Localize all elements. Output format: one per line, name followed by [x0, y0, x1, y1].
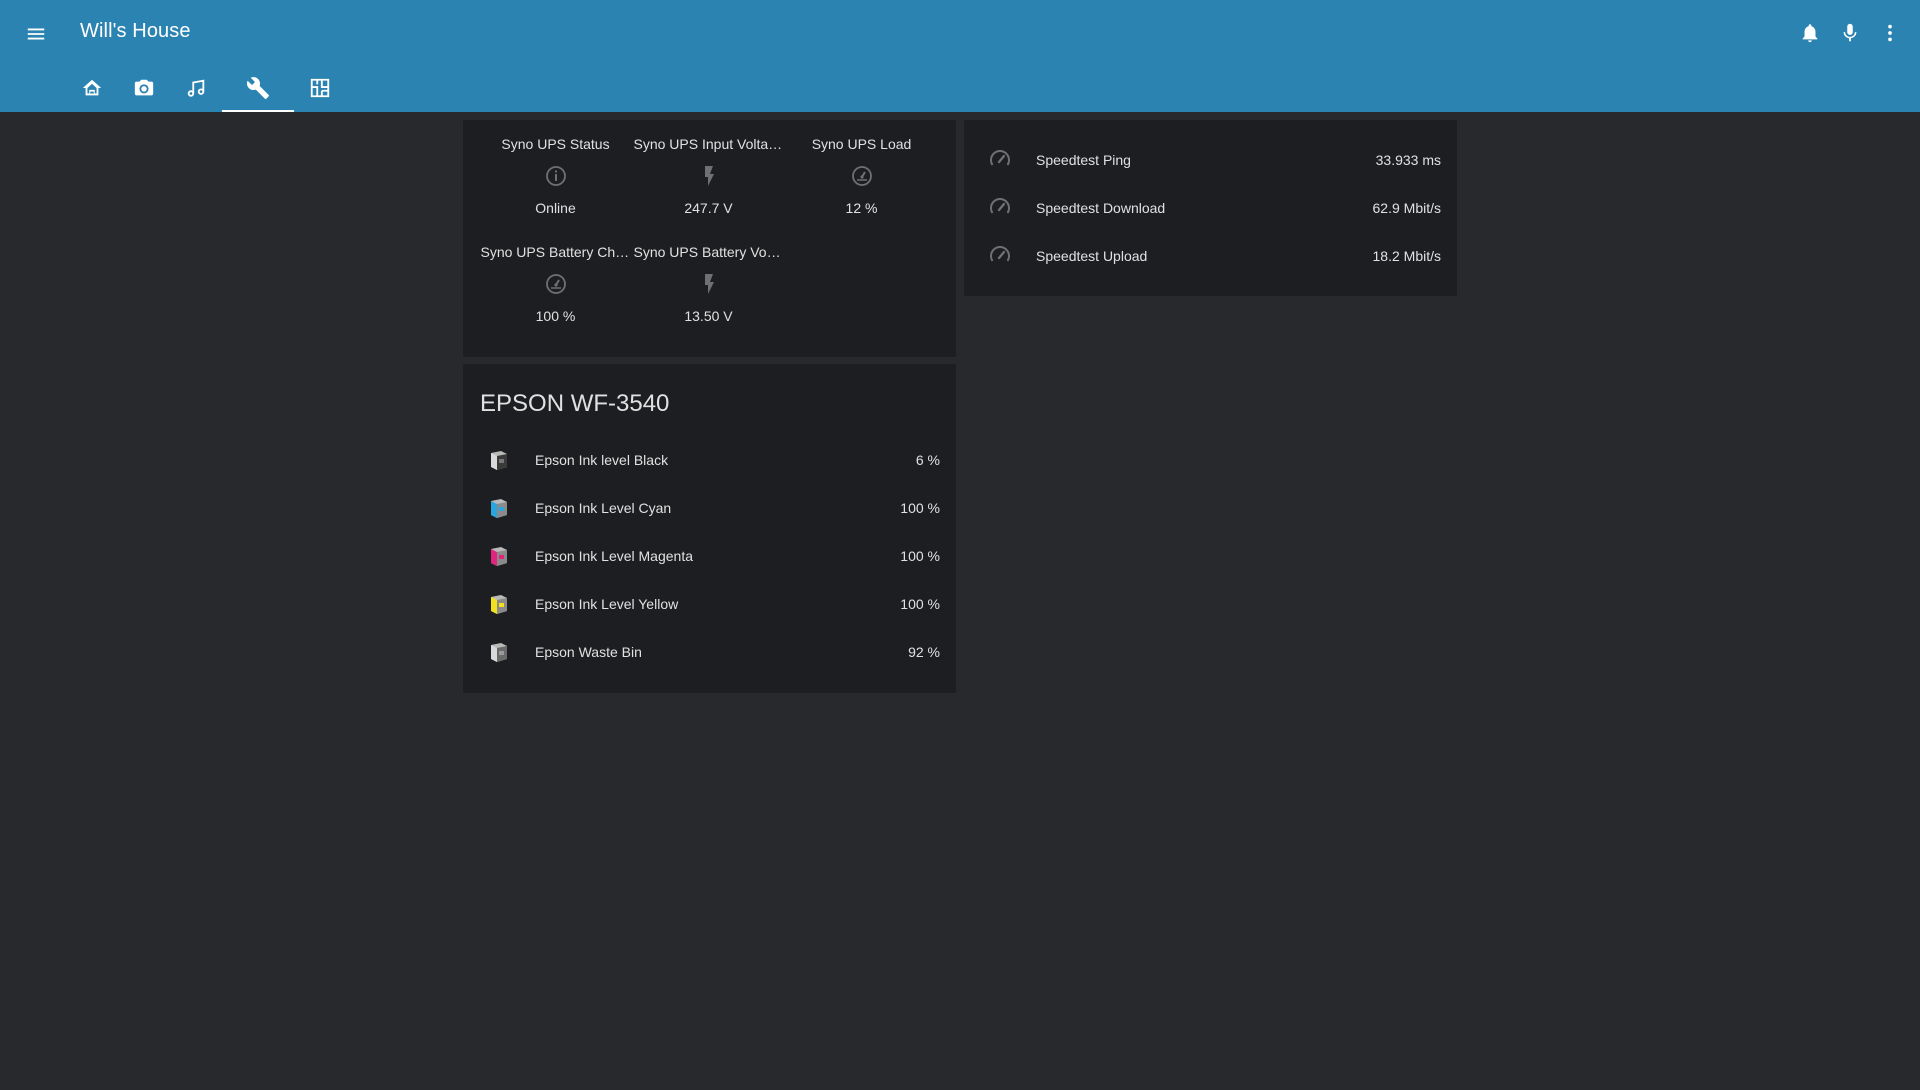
epson-card: EPSON WF-3540 Epson Ink level Black 6 % …	[463, 364, 956, 693]
gauge-icon	[545, 274, 566, 294]
glance-ups-status[interactable]: Syno UPS Status Online	[479, 132, 632, 240]
entity-row-speedtest-upload[interactable]: Speedtest Upload 18.2 Mbit/s	[980, 236, 1441, 276]
tab-tools[interactable]	[222, 64, 294, 112]
entity-value: 6 %	[915, 452, 940, 468]
entity-row-waste-bin[interactable]: Epson Waste Bin 92 %	[479, 632, 940, 672]
card-title: EPSON WF-3540	[480, 390, 670, 417]
entity-row-ink-magenta[interactable]: Epson Ink Level Magenta 100 %	[479, 536, 940, 576]
speedometer-icon	[990, 246, 1010, 262]
glance-state: 12 %	[845, 200, 878, 216]
ink-cartridge-cyan-icon	[491, 499, 507, 518]
overflow-menu-button[interactable]	[1870, 13, 1910, 53]
flash-icon	[704, 166, 714, 186]
glance-name: Syno UPS Battery Voltage	[633, 244, 784, 260]
menu-button[interactable]	[16, 14, 56, 54]
tab-music[interactable]	[170, 64, 222, 112]
entity-name: Epson Waste Bin	[535, 644, 642, 660]
entity-value: 33.933 ms	[1375, 152, 1441, 168]
entity-value: 18.2 Mbit/s	[1372, 248, 1441, 264]
glance-ups-input-voltage[interactable]: Syno UPS Input Voltage 247.7 V	[632, 132, 785, 240]
entity-value: 100 %	[900, 500, 940, 516]
glance-ups-battery-charge[interactable]: Syno UPS Battery Charge 100 %	[479, 240, 632, 348]
home-automation-icon	[82, 79, 102, 96]
entity-row-ink-cyan[interactable]: Epson Ink Level Cyan 100 %	[479, 488, 940, 528]
speedometer-icon	[990, 150, 1010, 166]
music-note-icon	[187, 79, 205, 97]
glance-name: Syno UPS Status	[501, 136, 610, 152]
entity-row-speedtest-download[interactable]: Speedtest Download 62.9 Mbit/s	[980, 188, 1441, 228]
glance-state: Online	[535, 200, 576, 216]
floor-plan-icon	[310, 78, 330, 98]
entity-name: Speedtest Ping	[1036, 152, 1131, 168]
glance-state: 100 %	[535, 308, 576, 324]
header-actions	[1790, 13, 1910, 53]
glance-name: Syno UPS Load	[811, 136, 912, 152]
dots-vertical-icon	[1888, 24, 1892, 42]
gauge-icon	[851, 166, 872, 186]
speedometer-icon	[990, 198, 1010, 214]
wrench-icon	[246, 77, 269, 99]
glance-ups-battery-voltage[interactable]: Syno UPS Battery Voltage 13.50 V	[632, 240, 785, 348]
information-outline-icon	[545, 166, 566, 186]
ink-cartridge-magenta-icon	[491, 547, 507, 566]
glance-state: 13.50 V	[684, 308, 733, 324]
entity-name: Speedtest Upload	[1036, 248, 1148, 264]
app-title: Will's House	[80, 20, 191, 42]
ink-cartridge-yellow-icon	[491, 595, 507, 614]
entity-row-ink-yellow[interactable]: Epson Ink Level Yellow 100 %	[479, 584, 940, 624]
tab-camera[interactable]	[118, 64, 170, 112]
ink-cartridge-black-icon	[491, 451, 507, 470]
tab-home[interactable]	[66, 64, 118, 112]
entity-name: Speedtest Download	[1036, 200, 1166, 216]
app-header: Will's House	[0, 0, 1920, 112]
toolbar: Will's House	[0, 0, 1920, 64]
voice-button[interactable]	[1830, 13, 1870, 53]
glance-grid: Syno UPS Status Online Syno UPS Input Vo…	[479, 132, 939, 348]
entity-name: Epson Ink Level Magenta	[535, 548, 693, 564]
entity-value: 92 %	[908, 644, 940, 660]
glance-name: Syno UPS Battery Charge	[480, 244, 631, 260]
flash-icon	[704, 274, 714, 294]
tab-floorplan[interactable]	[294, 64, 346, 112]
entity-name: Epson Ink Level Cyan	[535, 500, 672, 516]
glance-ups-load[interactable]: Syno UPS Load 12 %	[785, 132, 938, 240]
speedtest-card: Speedtest Ping 33.933 ms Speedtest Downl…	[964, 120, 1457, 296]
menu-icon	[27, 28, 45, 40]
entity-value: 100 %	[900, 596, 940, 612]
ups-glance-card: Syno UPS Status Online Syno UPS Input Vo…	[463, 120, 956, 357]
view-tabs	[66, 64, 346, 112]
entity-value: 62.9 Mbit/s	[1372, 200, 1441, 216]
camera-icon	[134, 79, 154, 96]
bell-icon	[1802, 24, 1818, 43]
entity-value: 100 %	[900, 548, 940, 564]
microphone-icon	[1843, 23, 1857, 42]
entity-row-ink-black[interactable]: Epson Ink level Black 6 %	[479, 440, 940, 480]
glance-state: 247.7 V	[684, 200, 733, 216]
entity-row-speedtest-ping[interactable]: Speedtest Ping 33.933 ms	[980, 140, 1441, 180]
entity-name: Epson Ink level Black	[535, 452, 669, 468]
glance-name: Syno UPS Input Voltage	[633, 136, 784, 152]
notifications-button[interactable]	[1790, 13, 1830, 53]
entity-name: Epson Ink Level Yellow	[535, 596, 679, 612]
ink-cartridge-waste-icon	[491, 643, 507, 662]
